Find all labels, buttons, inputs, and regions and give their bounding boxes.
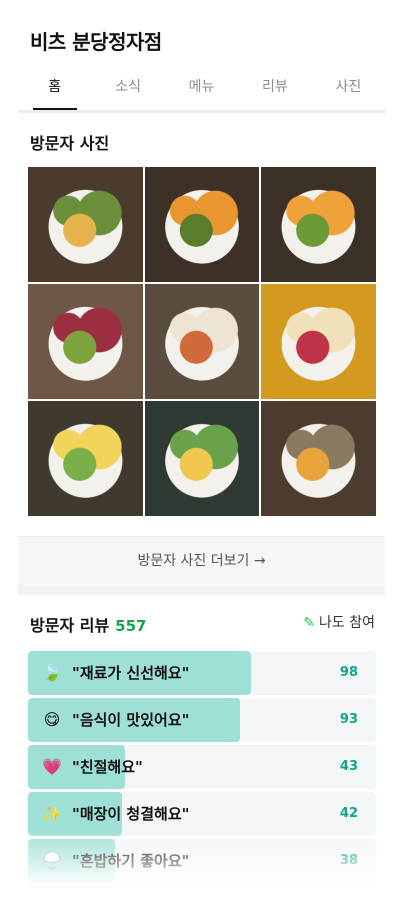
review-keyword-label: "재료가 신선해요" — [72, 664, 190, 682]
grain-bowl-photo[interactable] — [261, 401, 376, 516]
tab-photos[interactable]: 사진 — [312, 70, 385, 110]
review-keyword-label: "친절해요" — [72, 758, 143, 776]
review-keyword-count: 38 — [339, 853, 358, 868]
sparkles-icon: ✨ — [42, 804, 62, 823]
review-keyword-count: 43 — [339, 759, 358, 774]
review-keyword-row: 🍚 "혼밥하기 좋아요" 38 — [28, 839, 376, 883]
review-keyword-row: 😋 "음식이 맛있어요" 93 — [28, 698, 376, 742]
review-keyword-row: ✨ "매장이 청결해요" 42 — [28, 792, 376, 836]
noodle-salad-photo[interactable] — [28, 401, 143, 516]
salad-bowl-photo[interactable] — [28, 167, 143, 282]
pumpkin-bowl-photo[interactable] — [261, 167, 376, 282]
place-panel: 비츠 분당정자점 홈 소식 메뉴 리뷰 사진 방문자 사진 방문자 사진 더보기… — [18, 0, 385, 911]
review-keyword-label: "매장이 청결해요" — [72, 805, 190, 823]
photo-grid — [28, 167, 376, 516]
tray-photo[interactable] — [261, 284, 376, 399]
review-keyword-label: "혼밥하기 좋아요" — [72, 852, 190, 870]
tab-divider — [18, 110, 385, 113]
sushi-plate-photo[interactable] — [144, 284, 260, 399]
tab-menu[interactable]: 메뉴 — [165, 70, 238, 110]
yum-face-icon: 😋 — [43, 710, 61, 729]
tab-news[interactable]: 소식 — [91, 70, 164, 110]
review-keyword-row: 🍃 "재료가 신선해요" 98 — [28, 651, 376, 695]
reviews-title: 방문자 리뷰 — [30, 616, 110, 635]
tab-bar: 홈 소식 메뉴 리뷰 사진 — [18, 70, 385, 110]
page-title: 비츠 분당정자점 — [30, 30, 162, 54]
mushroom-bowl-photo[interactable] — [28, 284, 143, 399]
photos-section-title: 방문자 사진 — [30, 134, 110, 153]
review-keyword-list: 🍃 "재료가 신선해요" 98 😋 "음식이 맛있어요" 93 💗 "친절해요" 43 ✨ "매장이… — [28, 651, 376, 886]
reviews-section-title: 방문자 리뷰 557 — [30, 612, 146, 636]
review-keyword-count: 42 — [339, 806, 358, 821]
heart-icon: 💗 — [42, 757, 62, 776]
review-keyword-count: 98 — [339, 665, 358, 680]
join-review-button[interactable]: ✎ 나도 참여 — [303, 612, 375, 632]
join-review-label: 나도 참여 — [319, 615, 375, 631]
tab-home[interactable]: 홈 — [18, 70, 91, 110]
tab-reviews[interactable]: 리뷰 — [238, 70, 311, 110]
rice-bowl-icon: 🍚 — [42, 851, 62, 870]
reviews-count: 557 — [115, 617, 147, 635]
review-keyword-label: "음식이 맛있어요" — [72, 711, 190, 729]
pumpkin-bowl-photo[interactable] — [144, 167, 260, 282]
review-keyword-count: 93 — [339, 712, 358, 727]
more-photos-button[interactable]: 방문자 사진 더보기 → — [18, 536, 385, 586]
leaf-icon: 🍃 — [42, 663, 62, 682]
review-keyword-row: 💗 "친절해요" 43 — [28, 745, 376, 789]
section-divider — [18, 585, 385, 595]
pencil-icon: ✎ — [303, 615, 316, 631]
avocado-bowl-photo[interactable] — [144, 401, 260, 516]
